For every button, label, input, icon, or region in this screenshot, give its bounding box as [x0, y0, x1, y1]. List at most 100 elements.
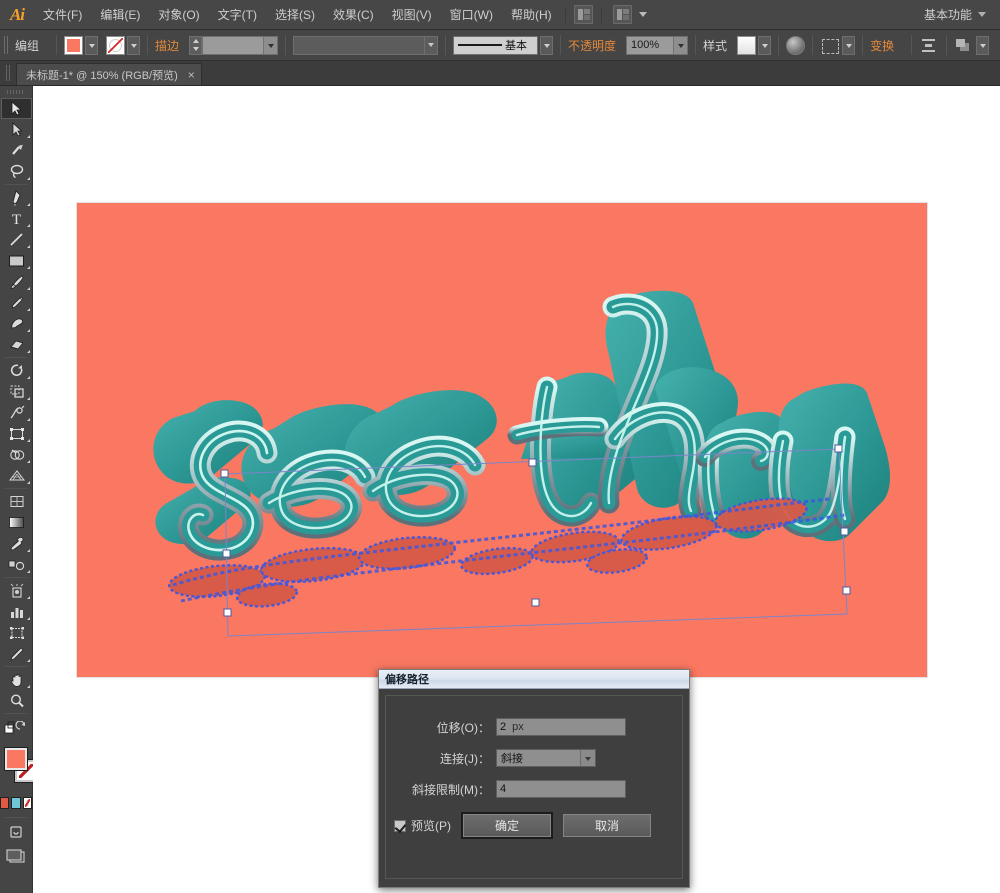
miter-limit-input[interactable]: 4 — [496, 780, 626, 798]
perspective-grid-tool[interactable] — [1, 465, 32, 486]
tool-flyout-indicator — [27, 439, 30, 442]
artwork-see-thru — [153, 290, 890, 637]
fill-dropdown-arrow[interactable] — [85, 35, 99, 55]
recolor-artwork-icon[interactable] — [786, 35, 806, 55]
brush-stroke-preview — [458, 44, 503, 46]
stroke-weight-input[interactable] — [202, 35, 279, 55]
width-tool[interactable] — [1, 402, 32, 423]
menu-help[interactable]: 帮助(H) — [502, 0, 561, 30]
tool-flyout-indicator — [27, 177, 30, 180]
hand-tool[interactable] — [1, 669, 32, 690]
workspace-switcher[interactable]: 基本功能 — [924, 6, 1000, 23]
style-label: 样式 — [703, 38, 728, 53]
illustrator-window: Ai 文件(F) 编辑(E) 对象(O) 文字(T) 选择(S) 效果(C) 视… — [0, 0, 1000, 893]
selection-type-label: 编组 — [15, 38, 40, 53]
menu-file[interactable]: 文件(F) — [34, 0, 91, 30]
joins-label: 连接(J)： — [440, 751, 490, 766]
type-tool[interactable]: T — [1, 208, 32, 229]
dialog-title-bar[interactable]: 偏移路径 — [379, 670, 689, 689]
scale-tool[interactable] — [1, 381, 32, 402]
shape-builder-tool[interactable] — [1, 444, 32, 465]
preview-label[interactable]: 预览(P) — [411, 817, 451, 834]
fill-swatch[interactable] — [64, 35, 84, 55]
gradient-button[interactable] — [11, 797, 21, 809]
arrange-dropdown-arrow[interactable] — [976, 35, 990, 55]
ok-button[interactable]: 确定 — [463, 814, 551, 837]
gradient-tool[interactable] — [1, 512, 32, 533]
paintbrush-tool[interactable] — [1, 271, 32, 292]
arrange-documents-button[interactable] — [609, 5, 647, 24]
slice-tool[interactable] — [1, 643, 32, 664]
blob-brush-tool[interactable] — [1, 313, 32, 334]
stroke-swatch[interactable] — [106, 35, 126, 55]
pencil-tool[interactable] — [1, 292, 32, 313]
drawing-mode-button[interactable] — [0, 820, 32, 844]
style-dropdown-arrow[interactable] — [758, 35, 772, 55]
artboard[interactable] — [77, 203, 927, 677]
control-bar-grip[interactable] — [4, 36, 9, 54]
divider — [946, 35, 948, 55]
miter-limit-row: 斜接限制(M)： 4 — [386, 780, 672, 798]
blend-tool[interactable] — [1, 554, 32, 575]
stroke-profile-dropdown[interactable] — [293, 35, 439, 55]
menu-bar: Ai 文件(F) 编辑(E) 对象(O) 文字(T) 选择(S) 效果(C) 视… — [0, 0, 1000, 30]
default-fill-stroke-icons[interactable] — [0, 716, 32, 740]
isolate-group-icon[interactable] — [820, 36, 840, 55]
menu-view[interactable]: 视图(V) — [383, 0, 441, 30]
align-icon[interactable] — [919, 36, 939, 55]
document-tab[interactable]: 未标题-1* @ 150% (RGB/预览) × — [16, 63, 202, 85]
opacity-input[interactable]: 100% — [626, 35, 689, 55]
cancel-button[interactable]: 取消 — [563, 814, 651, 837]
divider — [445, 35, 447, 55]
preview-checkbox[interactable] — [394, 819, 406, 832]
menu-window[interactable]: 窗口(W) — [441, 0, 502, 30]
direct-selection-tool[interactable] — [1, 119, 32, 140]
tab-bar-grip[interactable] — [6, 65, 11, 81]
divider — [5, 577, 27, 578]
tool-flyout-indicator — [27, 224, 30, 227]
bridge-icon[interactable] — [573, 5, 593, 24]
eyedropper-tool[interactable] — [1, 533, 32, 554]
tool-flyout-indicator — [27, 549, 30, 552]
screen-mode-button[interactable] — [0, 844, 32, 868]
close-icon[interactable]: × — [188, 69, 195, 81]
stroke-weight-stepper[interactable] — [189, 35, 203, 55]
line-segment-tool[interactable] — [1, 229, 32, 250]
mesh-tool[interactable] — [1, 491, 32, 512]
column-graph-tool[interactable] — [1, 601, 32, 622]
menu-object[interactable]: 对象(O) — [149, 0, 208, 30]
free-transform-tool[interactable] — [1, 423, 32, 444]
app-logo-icon: Ai — [9, 4, 25, 24]
joins-select[interactable]: 斜接 — [496, 749, 596, 767]
menu-effect[interactable]: 效果(C) — [324, 0, 383, 30]
selection-tool[interactable] — [1, 98, 32, 119]
menu-select[interactable]: 选择(S) — [266, 0, 324, 30]
artboard-tool[interactable] — [1, 622, 32, 643]
graphic-style-swatch[interactable] — [737, 35, 757, 55]
color-button[interactable] — [0, 797, 10, 809]
chevron-down-icon — [580, 750, 595, 766]
menu-type[interactable]: 文字(T) — [209, 0, 266, 30]
zoom-tool[interactable] — [1, 690, 32, 711]
offset-path-dialog[interactable]: 偏移路径 位移(O)： 2 px 连接(J)： 斜接 斜接限制(M)： 4 预览… — [378, 669, 690, 888]
brush-definition-dropdown[interactable]: 基本 — [453, 35, 539, 55]
menu-edit[interactable]: 编辑(E) — [91, 0, 149, 30]
lasso-tool[interactable] — [1, 161, 32, 182]
eraser-tool[interactable] — [1, 334, 32, 355]
arrange-objects-icon[interactable] — [954, 36, 974, 55]
pen-tool[interactable] — [1, 187, 32, 208]
stroke-dropdown-arrow[interactable] — [127, 35, 141, 55]
isolate-dropdown-arrow[interactable] — [842, 35, 856, 55]
transform-label[interactable]: 变换 — [870, 37, 894, 54]
svg-text:T: T — [12, 212, 21, 226]
brush-dropdown-arrow[interactable] — [540, 35, 554, 55]
magic-wand-tool[interactable] — [1, 140, 32, 161]
workspace-label: 基本功能 — [923, 8, 972, 22]
offset-input[interactable]: 2 px — [496, 718, 626, 736]
tools-panel-grip[interactable] — [0, 86, 32, 98]
symbol-sprayer-tool[interactable] — [1, 580, 32, 601]
rotate-tool[interactable] — [1, 360, 32, 381]
rectangle-tool[interactable] — [1, 250, 32, 271]
none-button[interactable] — [22, 797, 32, 809]
fill-color-swatch[interactable] — [4, 747, 28, 771]
